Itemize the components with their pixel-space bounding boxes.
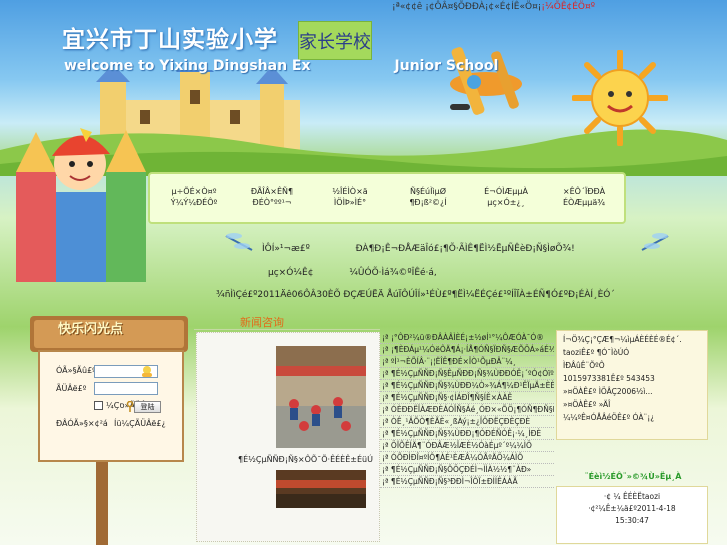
nav-item-5-line1: É¬ÓÌÆµµÀ bbox=[484, 187, 528, 196]
school-name: 宜兴市丁山实验小学 bbox=[62, 26, 278, 53]
nav-item-4-line2: ¶Ð¡ß²©¿Í bbox=[409, 198, 447, 207]
pencil-kid-mascot bbox=[16, 128, 146, 282]
nav-item-5[interactable]: É¬ÓÌÆµµÀ µç×Ó±¿¸ bbox=[476, 186, 536, 208]
nav-item-2-line1: ÐÃÎÂ×ÊÑ¶ bbox=[250, 187, 294, 196]
guestbook-line: ·¢ ¼ ÊÉÈËtaozi bbox=[603, 492, 661, 501]
news-item[interactable]: ¡ª ÓÈÐÐËÎÀÆÐÈÁÓÎÑ§Áé¸ÓÐ×«ÕÖ¡¶ÓÑ¶ÐÑ§É¶ bbox=[380, 404, 554, 416]
signboard-post bbox=[96, 462, 108, 545]
airplane-illustration bbox=[450, 47, 522, 115]
news-item[interactable]: ¡ª ¶É½ÇµÑÑÐ¡Ñ§¾ÙÐÐ¼Ò»¾Á¶¼Ð¹ÊÏµÄ±ÈÈü bbox=[380, 380, 554, 392]
password-label: ÃÜÂë£º bbox=[56, 384, 87, 393]
news-list: ¡ª ¡°ÔÐ²¼ü®ÐÂÀÂÌÈÉ¡±½øÍ¹°¼ÔÆÓÀ¯Ó® ¡ª ¡¶È… bbox=[380, 332, 554, 488]
news-section-title[interactable]: 新闻咨询 bbox=[240, 314, 284, 330]
register-link[interactable]: ÐÂÓÃ»§×¢²á bbox=[56, 419, 108, 428]
notice-label: ÌÔÍ»¹¬æ£º bbox=[262, 244, 310, 254]
parent-school-badge[interactable]: 家长学校 bbox=[298, 21, 372, 60]
date-weather-line: ¾ñÌìÇé£º2011Äê06ÔÂ30ÈÕ ÐÇÆÚËÄ ÅúÏÔÚÎÍ»¹É… bbox=[216, 290, 615, 300]
nav-item-1[interactable]: µ÷ÕÉ×Ò¤º Ý¼Ý¼ÐÉÔº bbox=[164, 186, 224, 208]
message-line[interactable]: ÌÐÂûÊ¨ÕºÔ bbox=[563, 359, 701, 372]
message-panel: Í¬Ö¾Ç¡°ÇÆ¶¬¼ìµÁÈÉÈÉ®É¢´. taoziÊ£º ¶Ó¯ÌòÚ… bbox=[556, 330, 708, 440]
news-item[interactable]: ¡ª ÒÊ¸¹ÂÕÒ¶ÈÃÈ«¸ßÀý¡±¿ÎÔÐËÇÐÈÇÐÈ bbox=[380, 416, 554, 428]
message-line[interactable]: Í¬Ö¾Ç¡°ÇÆ¶¬¼ìµÁÈÉÈÉ®É¢´. bbox=[563, 333, 701, 346]
password-input[interactable] bbox=[94, 382, 158, 395]
smiling-sun-illustration bbox=[572, 50, 668, 146]
nav-item-2-line2: ÐÉÒ°ºº¹¬ bbox=[252, 198, 292, 207]
nav-item-3-line1: ½ÎÉÌÒ×ä bbox=[332, 187, 368, 196]
ebook-label: µç×Ó¼Ê¢ bbox=[268, 268, 314, 278]
top-link-highlight[interactable]: ¡¼ÕÊ¢ÉÖ¤º bbox=[541, 2, 595, 12]
user-avatar-icon bbox=[142, 366, 152, 377]
news-item[interactable]: ¡ª ÖÏÕÊÍÄ¶¨ÓÐÂÆ½ÎÆÈ½ÓàÉµº´º¼¼ÌÖ bbox=[380, 440, 554, 452]
message-line[interactable]: »¤ÖÀÊ£º ÌÖÂÇ2006½ì... bbox=[563, 385, 701, 398]
welcome-text-right: Junior School bbox=[394, 58, 499, 74]
message-line[interactable]: taoziÊ£º ¶Ó¯ÌòÚÓ bbox=[563, 346, 701, 359]
message-line[interactable]: ¼¼ºÊ¤ÓÅÂéÖÊ£º ÓÀ¨¡¿ bbox=[563, 411, 701, 424]
news-item[interactable]: ¡ª ¶É½ÇµÑÑÐ¡Ñ§ÊµÑÐÐ¡Ñ§¾ÙÐÐÓÊ¡´ºÓ¢ÓïºÊ bbox=[380, 368, 554, 380]
login-panel-title: 快乐闪光点 bbox=[58, 322, 124, 337]
username-label: ÓÃ»§Ãû£º bbox=[56, 366, 96, 375]
guestbook-line: 15:30:47 bbox=[615, 516, 649, 525]
news-item[interactable]: ¡ª ¶É½ÇµÑÑÐ¡Ñ§³ÐÐÌ¬ÎÔÏ±ÐÍÍÊÁÀÃ bbox=[380, 476, 554, 488]
nav-item-3-line2: ÌÖÌÞ»ÌÉ° bbox=[333, 198, 367, 207]
nav-item-6-line2: ÉÒÆµµä¾ bbox=[563, 198, 605, 207]
news-item[interactable]: ¡ª ¶É½ÇµÑÑÐ¡Ñ§¾ÙÐÐ¡¶ÓÐÉÑÓÊ¡·¼¸ÌÐÈ bbox=[380, 428, 554, 440]
guestbook-line: ·¢²¼Ê±¼ä£º2011-4-18 bbox=[588, 504, 676, 513]
nav-item-5-line2: µç×Ó±¿¸ bbox=[487, 198, 525, 207]
news-item[interactable]: ¡ª ¶É½ÇµÑÑÐ¡Ñ§ÔÖÇÐÉÌ¬ÌÌÀ½½¶¨ÀÐ» bbox=[380, 464, 554, 476]
news-photo-2[interactable] bbox=[276, 470, 366, 508]
login-button[interactable]: 登陆 bbox=[134, 401, 161, 413]
photo-caption[interactable]: ¶É½ÇµÑÑÐ¡Ñ§×ÔÕ¯Õ·Ê­ÉÈÊ±ÉüÚ bbox=[238, 455, 373, 464]
nav-item-3[interactable]: ½ÎÉÌÒ×ä ÌÖÌÞ»ÌÉ° bbox=[320, 186, 380, 208]
news-item[interactable]: ¡ª ºÌ¹¬ÈÕÍÂ·¨¡¦ËÎÊ¶ÐÉ×ÎÒ¹ÕµÐÂ¨¼¸ bbox=[380, 356, 554, 368]
remember-checkbox[interactable] bbox=[94, 401, 103, 410]
main-nav: µ÷ÕÉ×Ò¤º Ý¼Ý¼ÐÉÔº ÐÃÎÂ×ÊÑ¶ ÐÉÒ°ºº¹¬ ½ÎÉÌ… bbox=[148, 172, 626, 224]
nav-item-6-line1: ×ÊÔ´ÏÐÐÀ bbox=[562, 187, 606, 196]
news-item[interactable]: ¡ª ÓÕÐÌÐÎ¤ºÍÔ¶ÀÉ¹ÈÆÂ¼ÓÃºÄÖ¼ÁÌÔ bbox=[380, 452, 554, 464]
news-tab-bar bbox=[194, 312, 380, 330]
dragonfly-icon bbox=[225, 233, 253, 251]
top-links[interactable]: ¡ª«¢¢ê ¡¢ÔÂ¤§ÕÐÐÀ¡¢«É¢ÍÊ«Ö¤¡ bbox=[392, 2, 541, 12]
nav-item-1-line1: µ÷ÕÉ×Ò¤º bbox=[171, 187, 217, 196]
news-item[interactable]: ¡ª ¡¶ÈÐÁµ¹¼ÓëÔÄ¶Á¡·ÍÅ¶ÓÑ§ÏÐÑ§ÆÕÖÁ»áÉ½ bbox=[380, 344, 554, 356]
guestbook-panel: ·¢ ¼ ÊÉÈËtaozi ·¢²¼Ê±¼ä£º2011-4-18 15:30… bbox=[556, 486, 708, 544]
notice-scroll-text[interactable]: ÐÀ¶Ð¡Ê¬ÐÅÆäÎó£¡¶Õ·ÃÌÊ¶ËÌ½ËµÑÊèÐ¡Ñ§ÌøÕ¾! bbox=[356, 244, 575, 254]
message-line[interactable]: »¤ÖÀÊ£º »ÄÎ bbox=[563, 398, 701, 411]
ebook-text[interactable]: ¼ÛÓÕ·Ìá¾©ºÎÊé·á, bbox=[349, 268, 437, 278]
news-item[interactable]: ¡ª ¶É½ÇµÑÑÐ¡Ñ§·¢ÍÁÐÎ¶Ñ§ÍÊ×ÀÀÊ bbox=[380, 392, 554, 404]
news-photo-students[interactable] bbox=[276, 346, 366, 448]
key-icon bbox=[126, 401, 134, 412]
guestbook-title[interactable]: ¨Éèì½ÉÔ¨»©¾Ù»Ëµ¸À bbox=[560, 472, 706, 481]
nav-item-2[interactable]: ÐÃÎÂ×ÊÑ¶ ÐÉÒ°ºº¹¬ bbox=[242, 186, 302, 208]
nav-item-1-line2: Ý¼Ý¼ÐÉÔº bbox=[170, 198, 218, 207]
nav-item-6[interactable]: ×ÊÔ´ÏÐÐÀ ÉÒÆµµä¾ bbox=[554, 186, 614, 208]
message-line[interactable]: 1015973381Ê£º 543453 bbox=[563, 372, 701, 385]
forgot-password-link[interactable]: Íü¼ÇÃÜÂë£¿ bbox=[114, 419, 166, 428]
nav-item-4[interactable]: Ñ§ÉúÌìµØ ¶Ð¡ß²©¿Í bbox=[398, 186, 458, 208]
nav-item-4-line1: Ñ§ÉúÌìµØ bbox=[409, 187, 447, 196]
news-item[interactable]: ¡ª ¡°ÔÐ²¼ü®ÐÂÀÂÌÈÉ¡±½øÍ¹°¼ÔÆÓÀ¯Ó® bbox=[380, 332, 554, 344]
